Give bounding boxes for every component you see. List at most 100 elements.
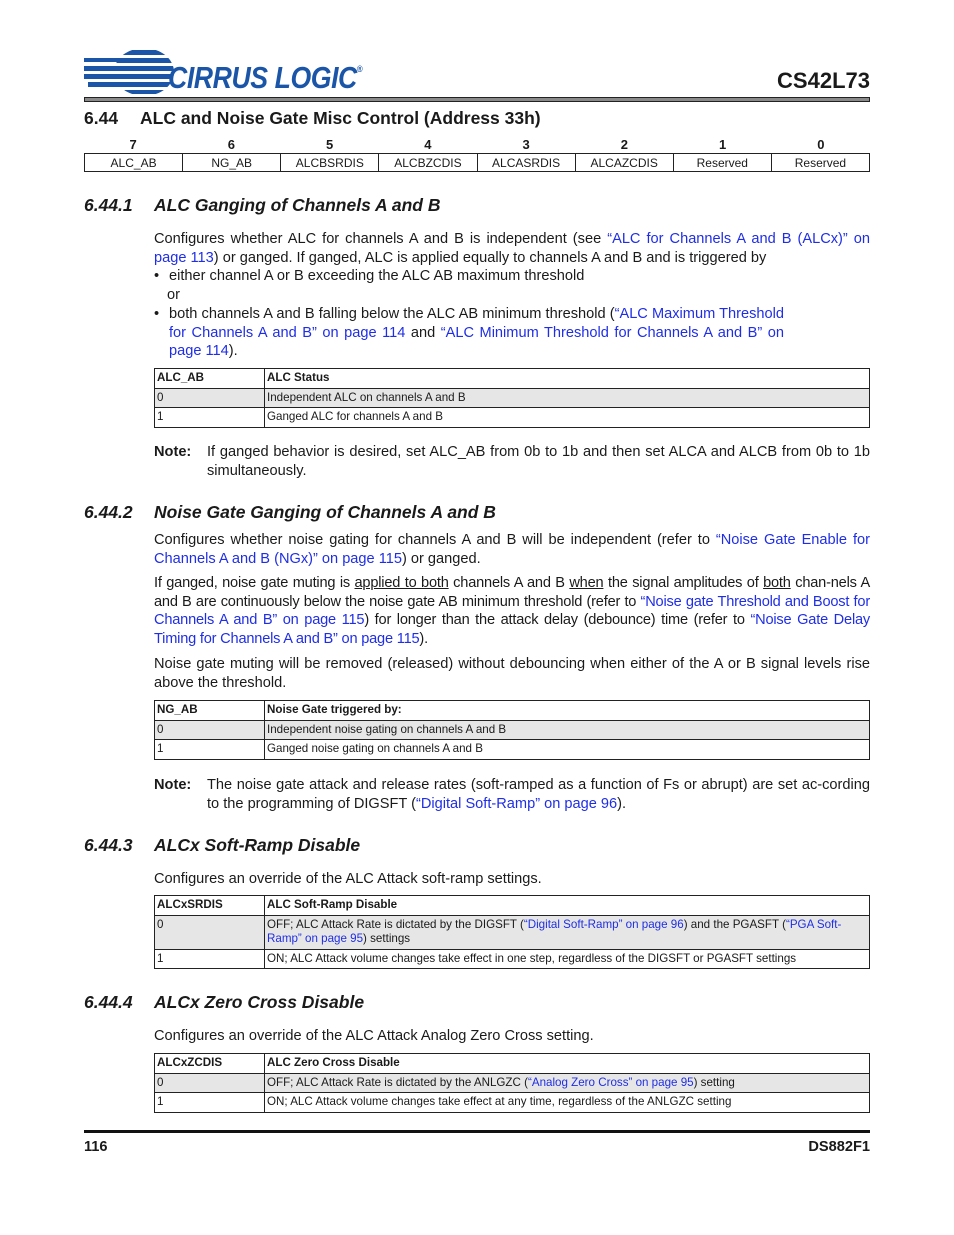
document-id: DS882F1 bbox=[808, 1139, 870, 1155]
section-heading: 6.44 ALC and Noise Gate Misc Control (Add… bbox=[84, 108, 541, 129]
bit-number: 1 bbox=[719, 137, 727, 152]
subsection-title: ALCx Zero Cross Disable bbox=[154, 992, 365, 1012]
soft-ramp-description: Configures an override of the ALC Attack… bbox=[154, 871, 542, 887]
cell-value: 0 bbox=[154, 914, 265, 950]
subsection-heading-soft-ramp-disable: 6.44.3 ALCx Soft-Ramp Disable bbox=[84, 835, 360, 856]
cell-value: 0 bbox=[154, 719, 265, 740]
text: OFF; ALC Attack Rate is dictated by the … bbox=[267, 917, 524, 931]
header-divider bbox=[84, 97, 870, 102]
table-row: 1 Ganged ALC for channels A and B bbox=[154, 407, 870, 428]
link-analog-zero-cross[interactable]: “Analog Zero Cross” on page 95 bbox=[528, 1076, 694, 1089]
cirrus-logic-logo: CIRRUS LOGIC® bbox=[84, 46, 363, 98]
cell-value: 1 bbox=[154, 739, 265, 760]
cell-description: OFF; ALC Attack Rate is dictated by the … bbox=[264, 1072, 870, 1093]
page-number: 116 bbox=[84, 1139, 108, 1155]
table-row: 0 OFF; ALC Attack Rate is dictated by th… bbox=[154, 1072, 870, 1093]
register-bit-map: 7 6 5 4 3 2 1 0 ALC_AB NG_AB ALCBSRDIS A… bbox=[83, 136, 871, 172]
text: ) for longer than the attack delay (debo… bbox=[364, 612, 751, 628]
text: ) or ganged. bbox=[401, 550, 481, 567]
cell-description: Ganged noise gating on channels A and B bbox=[264, 739, 870, 760]
noise-gate-description: Configures whether noise gating for chan… bbox=[154, 531, 870, 568]
column-header: Noise Gate triggered by: bbox=[264, 700, 870, 721]
link-digital-soft-ramp[interactable]: “Digital Soft-Ramp” on page 96 bbox=[524, 918, 684, 931]
column-header: ALC Soft-Ramp Disable bbox=[264, 895, 870, 916]
bullet-text: both channels A and B falling below the … bbox=[169, 305, 784, 361]
bit-number: 3 bbox=[522, 137, 530, 152]
bullet-item: • both channels A and B falling below th… bbox=[154, 305, 784, 361]
bit-fields-table: ALC_AB NG_AB ALCBSRDIS ALCBZCDIS ALCASRD… bbox=[83, 153, 871, 172]
note-noise-gate: Note: The noise gate attack and release … bbox=[154, 776, 870, 813]
logo-wordmark: CIRRUS LOGIC® bbox=[168, 60, 363, 95]
bit-number: 7 bbox=[129, 137, 137, 152]
bullet-icon: • bbox=[154, 268, 160, 284]
bit-number: 5 bbox=[326, 137, 334, 152]
subsection-heading-alc-ganging: 6.44.1 ALC Ganging of Channels A and B bbox=[84, 195, 440, 216]
alcxzcdis-table: ALCxZCDIS ALC Zero Cross Disable 0 OFF; … bbox=[154, 1053, 870, 1113]
text: ). bbox=[228, 343, 238, 359]
table-header-row: NG_AB Noise Gate triggered by: bbox=[154, 700, 870, 721]
bit-number: 4 bbox=[424, 137, 432, 152]
bit-field: Reserved bbox=[672, 153, 772, 172]
cell-description: ON; ALC Attack volume changes take effec… bbox=[264, 1092, 870, 1113]
subsection-heading-noise-gate-ganging: 6.44.2 Noise Gate Ganging of Channels A a… bbox=[84, 502, 496, 523]
text: both channels A and B falling below the … bbox=[169, 306, 615, 322]
subsection-title: Noise Gate Ganging of Channels A and B bbox=[154, 502, 496, 522]
bit-field: ALCBZCDIS bbox=[378, 153, 478, 172]
column-header: ALCxSRDIS bbox=[154, 895, 265, 916]
text: ) setting bbox=[693, 1075, 735, 1089]
zero-cross-description: Configures an override of the ALC Attack… bbox=[154, 1028, 594, 1044]
table-header-row: ALCxSRDIS ALC Soft-Ramp Disable bbox=[154, 895, 870, 916]
column-header: ALC_AB bbox=[154, 368, 265, 389]
note-text: The noise gate attack and release rates … bbox=[207, 776, 870, 813]
cell-value: 1 bbox=[154, 407, 265, 428]
table-row: 1 ON; ALC Attack volume changes take eff… bbox=[154, 1092, 870, 1113]
cell-description: Ganged ALC for channels A and B bbox=[264, 407, 870, 428]
cell-value: 1 bbox=[154, 1092, 265, 1113]
text: ) or ganged. If ganged, ALC is applied e… bbox=[213, 249, 767, 266]
bullet-item: • either channel A or B exceeding the AL… bbox=[154, 267, 784, 286]
note-alc-ganging: Note: If ganged behavior is desired, set… bbox=[154, 443, 870, 480]
table-header-row: ALC_AB ALC Status bbox=[154, 368, 870, 389]
text: ). bbox=[617, 795, 627, 812]
underlined-text: both bbox=[763, 575, 791, 591]
bit-numbers-row: 7 6 5 4 3 2 1 0 bbox=[84, 136, 870, 153]
bit-field: ALCAZCDIS bbox=[574, 153, 674, 172]
table-row: 1 Ganged noise gating on channels A and … bbox=[154, 739, 870, 760]
cell-description: ON; ALC Attack volume changes take effec… bbox=[264, 948, 870, 969]
ng-ab-table: NG_AB Noise Gate triggered by: 0 Indepen… bbox=[154, 700, 870, 760]
bullet-icon: • bbox=[154, 306, 160, 322]
footer-divider bbox=[84, 1130, 870, 1133]
alc-ganging-description: Configures whether ALC for channels A an… bbox=[154, 230, 870, 267]
cell-value: 0 bbox=[154, 1072, 265, 1093]
text: the signal amplitudes of bbox=[603, 575, 764, 591]
subsection-number: 6.44.1 bbox=[84, 195, 133, 215]
subsection-number: 6.44.3 bbox=[84, 835, 133, 855]
text: If ganged, noise gate muting is bbox=[154, 575, 355, 591]
text: and bbox=[405, 324, 441, 341]
underlined-text: when bbox=[569, 575, 604, 591]
alcxsrdis-table: ALCxSRDIS ALC Soft-Ramp Disable 0 OFF; A… bbox=[154, 895, 870, 969]
bit-field: ALC_AB bbox=[83, 153, 184, 172]
part-number: CS42L73 bbox=[777, 68, 870, 93]
bit-field: Reserved bbox=[770, 153, 871, 172]
cirrus-logo-mark-icon bbox=[84, 50, 174, 94]
table-header-row: ALCxZCDIS ALC Zero Cross Disable bbox=[154, 1053, 870, 1074]
cell-value: 0 bbox=[154, 387, 265, 408]
text: ). bbox=[419, 630, 428, 647]
noise-gate-ganged-description: If ganged, noise gate muting is applied … bbox=[154, 574, 870, 648]
text: Configures whether noise gating for chan… bbox=[154, 532, 716, 548]
link-digital-soft-ramp[interactable]: “Digital Soft-Ramp” on page 96 bbox=[416, 796, 617, 812]
table-row: 0 OFF; ALC Attack Rate is dictated by th… bbox=[154, 914, 870, 950]
subsection-title: ALCx Soft-Ramp Disable bbox=[154, 835, 361, 855]
text: OFF; ALC Attack Rate is dictated by the … bbox=[267, 1075, 528, 1089]
bit-number: 6 bbox=[227, 137, 235, 152]
section-title: ALC and Noise Gate Misc Control (Address… bbox=[140, 108, 541, 128]
section-number: 6.44 bbox=[84, 108, 119, 128]
noise-gate-release-description: Noise gate muting will be removed (relea… bbox=[154, 656, 870, 691]
text: ) settings bbox=[363, 932, 411, 945]
subsection-number: 6.44.4 bbox=[84, 992, 133, 1012]
bit-number: 2 bbox=[620, 137, 628, 152]
subsection-heading-zero-cross-disable: 6.44.4 ALCx Zero Cross Disable bbox=[84, 992, 364, 1013]
cell-description: OFF; ALC Attack Rate is dictated by the … bbox=[264, 914, 870, 950]
note-label: Note: bbox=[154, 777, 192, 793]
